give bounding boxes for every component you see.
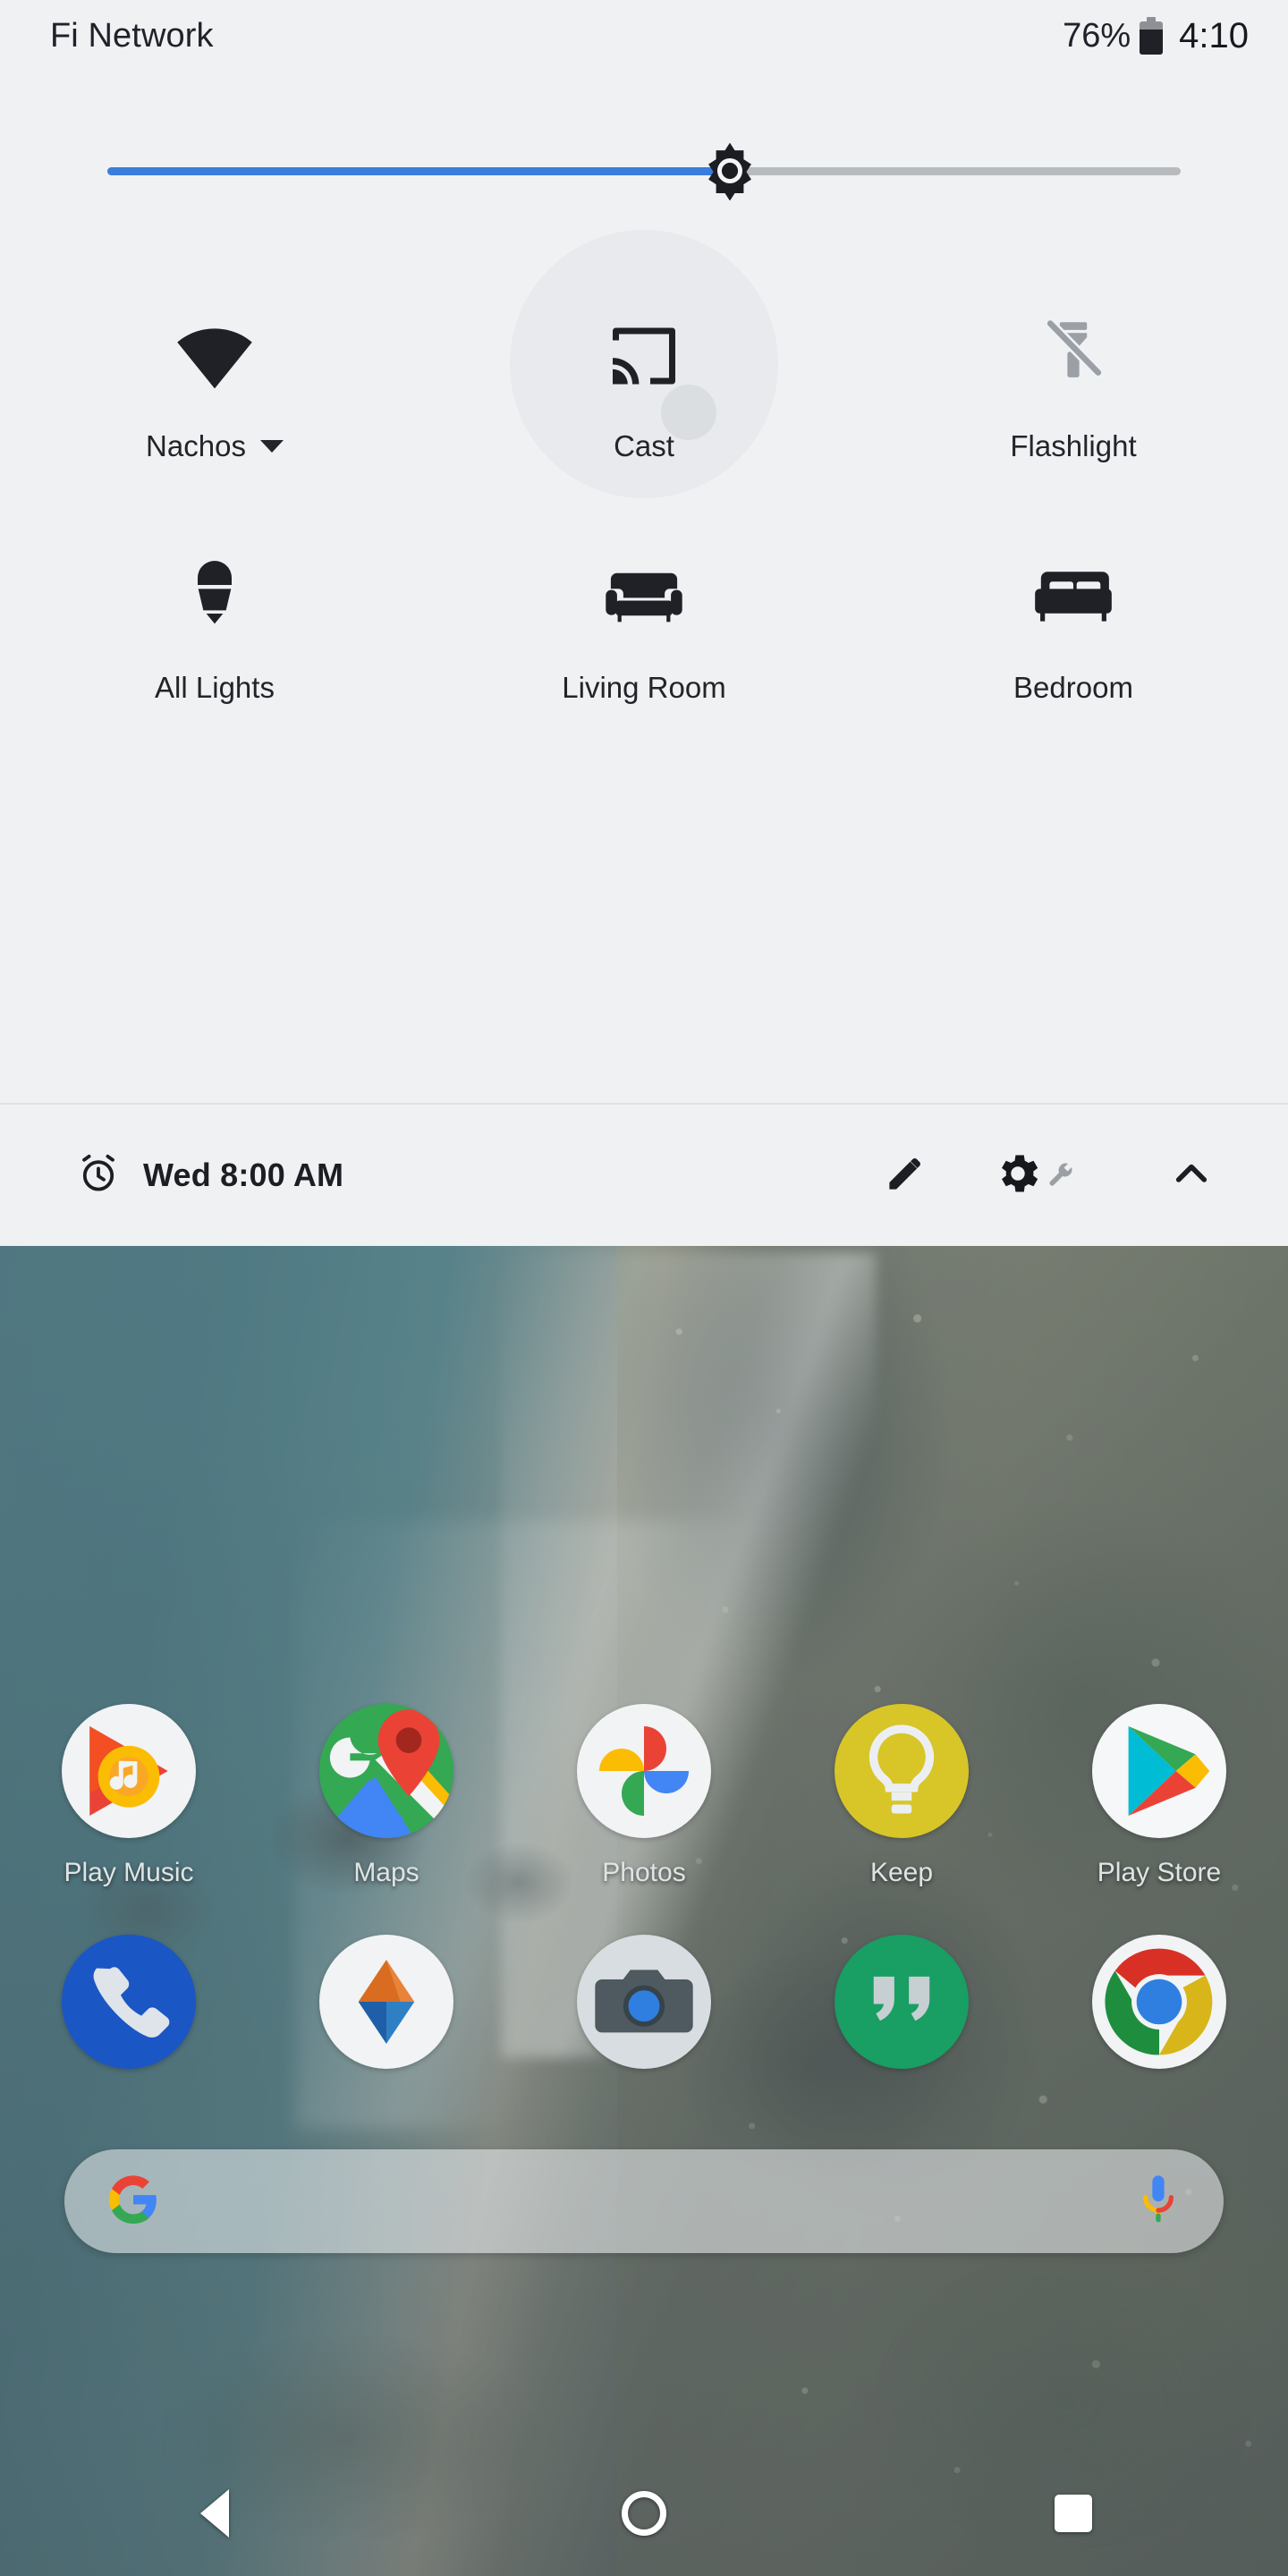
wifi-icon — [174, 308, 256, 404]
battery-icon — [1140, 17, 1164, 55]
home-screen: Play Music Maps Photos Keep Play Store — [0, 1246, 1288, 2576]
carrier-label: Fi Network — [50, 16, 214, 55]
chrome-icon — [1092, 1935, 1226, 2069]
app-play-store[interactable]: Play Store — [1030, 1704, 1288, 1888]
app-hangouts[interactable]: Hangouts — [773, 1935, 1030, 2119]
hangouts-icon — [835, 1935, 969, 2069]
status-bar-right: 76% 4:10 — [1063, 16, 1249, 56]
tile-label-cast: Cast — [614, 429, 674, 462]
app-maps[interactable]: Maps — [258, 1704, 515, 1888]
tile-label-living-room: Living Room — [562, 671, 726, 704]
tile-label-all-lights: All Lights — [155, 671, 275, 704]
status-clock: 4:10 — [1179, 15, 1249, 55]
cast-icon — [606, 308, 682, 404]
app-label: Keep — [869, 1858, 934, 1887]
home-screen-scrim — [0, 1246, 1288, 2576]
next-alarm[interactable]: Wed 8:00 AM — [77, 1152, 855, 1199]
chevron-up-icon — [1168, 1150, 1215, 1201]
phone-icon — [62, 1935, 196, 2069]
play-store-icon — [1092, 1704, 1226, 1838]
settings-button[interactable] — [955, 1125, 1080, 1225]
bed-icon — [1030, 549, 1116, 646]
app-camera[interactable]: Camera — [515, 1935, 773, 2119]
tile-label-flashlight: Flashlight — [1010, 429, 1137, 462]
tile-bedroom[interactable]: Bedroom — [859, 501, 1288, 742]
brightness-slider[interactable] — [107, 142, 1181, 201]
microphone-icon[interactable] — [1134, 2172, 1182, 2232]
battery-percent-label: 76% — [1063, 16, 1131, 55]
app-label: Maps — [353, 1858, 419, 1887]
google-search-bar[interactable] — [64, 2149, 1224, 2253]
tile-living-room[interactable]: Living Room — [429, 501, 859, 742]
google-g-icon — [106, 2172, 161, 2232]
footer-actions — [855, 1125, 1241, 1225]
tile-label-wifi: Nachos — [146, 429, 284, 463]
chevron-down-icon[interactable] — [259, 440, 284, 453]
flashlight-off-icon — [1038, 308, 1109, 404]
play-music-icon — [62, 1704, 196, 1838]
quick-settings-tiles: Nachos Cast Flashlight All Lights Living… — [0, 230, 1288, 742]
camera-icon — [577, 1935, 711, 2069]
nav-home-button[interactable] — [429, 2491, 859, 2536]
android-screen: Play Music Maps Photos Keep Play Store F… — [0, 0, 1288, 2576]
alarm-clock-icon — [77, 1152, 120, 1199]
app-play-music[interactable]: Play Music — [0, 1704, 258, 1888]
app-photos[interactable]: Photos — [515, 1704, 773, 1888]
app-row-2: Phone Android File Transfer — [0, 1935, 1288, 2119]
tile-wifi[interactable]: Nachos — [0, 259, 429, 501]
pencil-icon — [884, 1152, 927, 1199]
lightbulb-icon — [179, 549, 250, 646]
back-icon — [200, 2489, 229, 2538]
app-label: Photos — [602, 1858, 686, 1887]
recents-icon — [1055, 2495, 1092, 2532]
tile-row-1: Nachos Cast Flashlight — [0, 230, 1288, 501]
collapse-panel-button[interactable] — [1141, 1125, 1241, 1225]
brightness-fill — [107, 167, 730, 175]
alarm-time-label: Wed 8:00 AM — [143, 1157, 344, 1193]
tile-flashlight[interactable]: Flashlight — [859, 259, 1288, 501]
tile-cast[interactable]: Cast — [429, 230, 859, 501]
tile-row-2: All Lights Living Room Bedroom — [0, 501, 1288, 742]
tile-label-bedroom: Bedroom — [1013, 671, 1133, 704]
nav-back-button[interactable] — [0, 2489, 429, 2538]
app-label: Play Music — [64, 1858, 194, 1887]
maps-icon — [319, 1704, 453, 1838]
app-phone[interactable]: Phone — [0, 1935, 258, 2119]
photos-icon — [577, 1704, 711, 1838]
home-icon — [622, 2491, 666, 2536]
brightness-icon[interactable] — [700, 141, 759, 201]
app-keep[interactable]: Keep — [773, 1704, 1030, 1888]
app-row-1: Play Music Maps Photos Keep Play Store — [0, 1704, 1288, 1888]
triangle-app-icon — [319, 1935, 453, 2069]
quick-settings-footer: Wed 8:00 AM — [0, 1103, 1288, 1246]
tile-all-lights[interactable]: All Lights — [0, 501, 429, 742]
couch-icon — [603, 549, 685, 646]
status-bar: Fi Network 76% 4:10 — [0, 0, 1288, 72]
app-label: Play Store — [1097, 1858, 1222, 1887]
app-chrome[interactable]: Chrome — [1030, 1935, 1288, 2119]
quick-settings-panel: Fi Network 76% 4:10 Nachos Cast Flashlig… — [0, 0, 1288, 1246]
nav-recents-button[interactable] — [859, 2495, 1288, 2532]
keep-icon — [835, 1704, 969, 1838]
edit-tiles-button[interactable] — [855, 1125, 955, 1225]
gear-icon — [993, 1148, 1043, 1203]
navigation-bar — [0, 2451, 1288, 2576]
wrench-icon — [1045, 1161, 1075, 1196]
app-file-transfer[interactable]: Android File Transfer — [258, 1935, 515, 2119]
